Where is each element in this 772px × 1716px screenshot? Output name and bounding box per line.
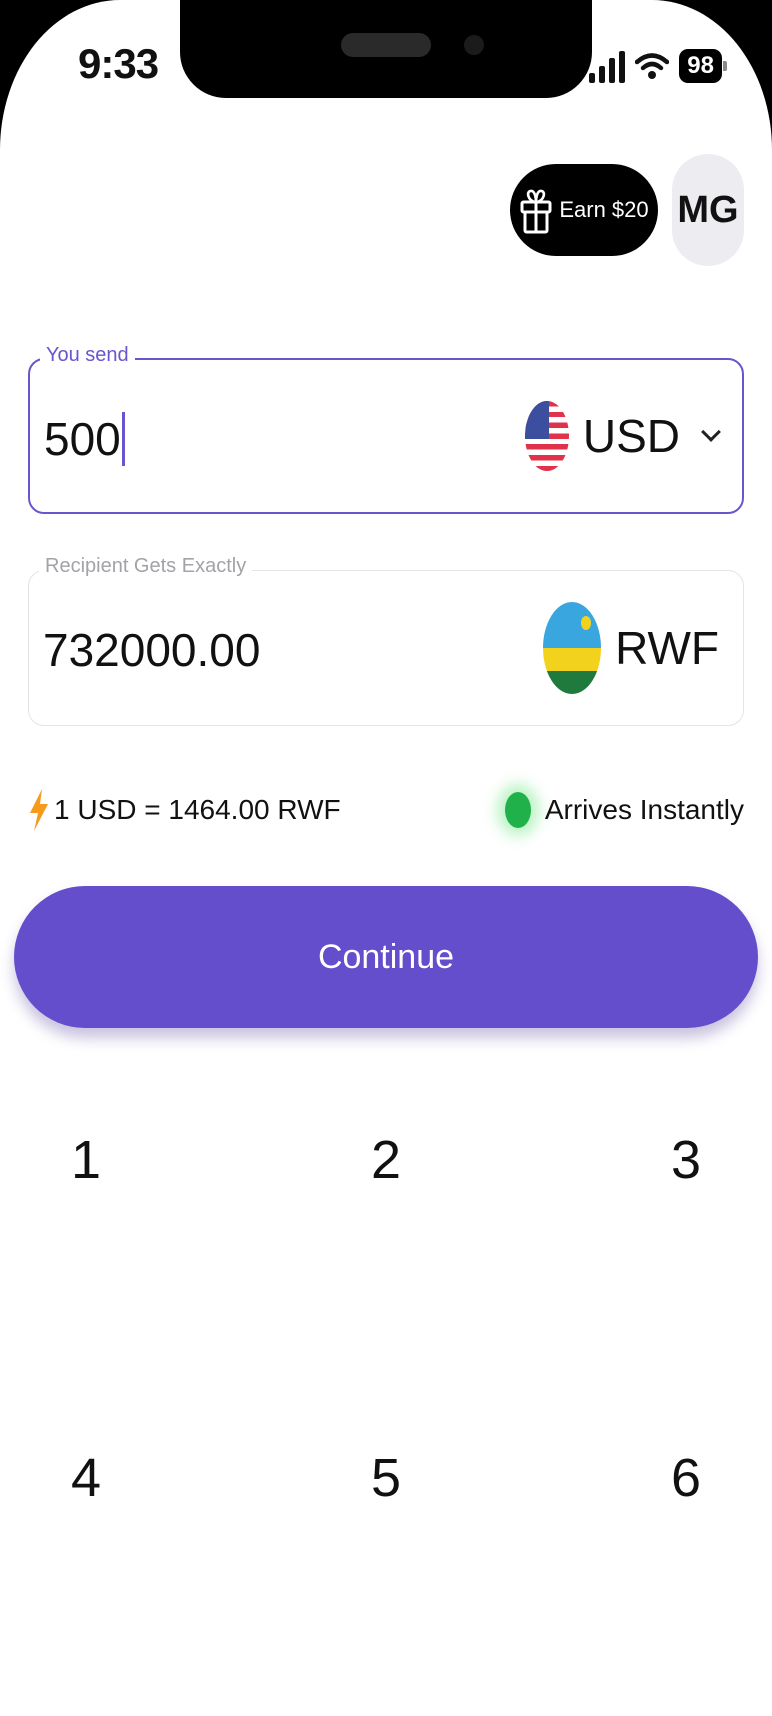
profile-avatar[interactable]: MG [672, 154, 744, 266]
arrival-text: Arrives Instantly [544, 794, 744, 825]
phone-frame: 9:33 98 Earn $20 MG You send 500 USD Rec… [0, 0, 772, 1716]
keypad-key-5[interactable]: 5 [286, 1418, 486, 1538]
earn-referral-button[interactable]: Earn $20 [510, 164, 658, 256]
rwanda-flag-icon [543, 602, 602, 694]
speaker-grille [341, 33, 431, 57]
send-field-label: You send [40, 344, 135, 367]
lightning-icon [30, 789, 48, 831]
receive-field-label: Recipient Gets Exactly [39, 555, 253, 578]
receive-amount-value: 732000.00 [43, 624, 261, 676]
exchange-rate-text: 1 USD = 1464.00 RWF [54, 794, 341, 825]
battery-indicator: 98 [679, 49, 727, 83]
status-icons: 98 [589, 46, 727, 86]
keypad-key-6[interactable]: 6 [586, 1418, 772, 1538]
text-caret [121, 411, 125, 466]
keypad-key-1[interactable]: 1 [0, 1100, 186, 1220]
receive-currency: RWF [543, 571, 719, 725]
send-amount-input[interactable]: 500 [44, 411, 125, 466]
gift-icon [520, 189, 552, 234]
keypad-key-3[interactable]: 3 [586, 1100, 772, 1220]
continue-button[interactable]: Continue [14, 886, 758, 1028]
wifi-icon [635, 53, 670, 79]
send-currency-selector[interactable]: USD [524, 360, 721, 512]
keypad-key-4[interactable]: 4 [0, 1418, 186, 1538]
front-camera [464, 35, 484, 55]
app-screen: 9:33 98 Earn $20 MG You send 500 USD Rec… [0, 0, 772, 1716]
earn-label: Earn $20 [559, 197, 649, 222]
receive-amount-field[interactable]: Recipient Gets Exactly 732000.00 RWF [28, 555, 744, 726]
keypad-key-2[interactable]: 2 [286, 1100, 486, 1220]
receive-currency-code: RWF [615, 622, 719, 674]
send-amount-field[interactable]: You send 500 USD [28, 344, 744, 514]
transfer-info-row: 1 USD = 1464.00 RWF Arrives Instantly [28, 788, 744, 832]
send-currency-code: USD [582, 410, 680, 462]
arrival-status: Arrives Instantly [504, 792, 744, 828]
us-flag-icon [524, 401, 569, 471]
exchange-rate: 1 USD = 1464.00 RWF [28, 788, 341, 832]
device-notch [180, 0, 592, 98]
signal-icon [589, 49, 626, 83]
status-dot-icon [504, 792, 531, 828]
status-time: 9:33 [78, 40, 159, 87]
chevron-down-icon [701, 422, 721, 442]
